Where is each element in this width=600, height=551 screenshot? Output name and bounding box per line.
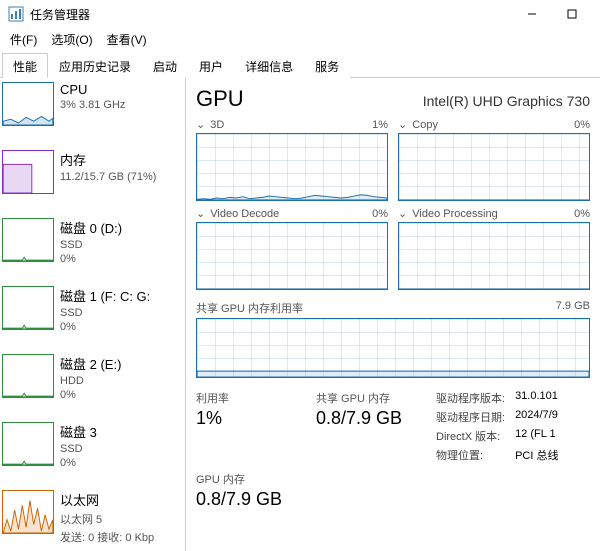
gpu-mem-label: GPU 内存 <box>196 471 286 487</box>
shared-mem-label: 共享 GPU 内存利用率 <box>196 300 303 316</box>
tab-details[interactable]: 详细信息 <box>234 53 304 78</box>
chart-pct: 0% <box>574 208 590 220</box>
sidebar-item[interactable]: 磁盘 1 (F: C: G: SSD 0% <box>0 282 185 350</box>
sidebar-item-sub: 以太网 5 <box>60 511 154 527</box>
chart-name-dropdown[interactable]: ⌄ Video Decode <box>196 207 279 220</box>
driver-ver-label: 驱动程序版本: <box>436 390 505 406</box>
sidebar-item-sub: 3% 3.81 GHz <box>60 99 125 111</box>
sidebar-item-title: 内存 <box>60 150 156 169</box>
sidebar-item-sub: SSD <box>60 307 150 319</box>
shared-gpu-mem-value: 0.8/7.9 GB <box>316 408 406 429</box>
location-value: PCI 总线 <box>515 447 558 463</box>
tab-performance[interactable]: 性能 <box>2 53 48 78</box>
tab-app-history[interactable]: 应用历史记录 <box>48 53 142 78</box>
menubar: 件(F) 选项(O) 查看(V) <box>0 28 600 52</box>
sidebar-item-sub: SSD <box>60 239 122 251</box>
sidebar-item-title: 磁盘 1 (F: C: G: <box>60 286 150 305</box>
shared-mem-max: 7.9 GB <box>556 300 590 316</box>
sidebar-item-sub2: 发送: 0 接收: 0 Kbp <box>60 529 154 545</box>
chevron-down-icon: ⌄ <box>196 119 205 131</box>
minimize-button[interactable] <box>512 4 552 24</box>
driver-ver: 31.0.101 <box>515 390 558 406</box>
sidebar-item-title: CPU <box>60 82 125 97</box>
directx-ver: 12 (FL 1 <box>515 428 558 444</box>
sidebar[interactable]: CPU 3% 3.81 GHz 内存 11.2/15.7 GB (71%) 磁盘 0 (… <box>0 78 186 551</box>
sidebar-item-title: 以太网 <box>60 490 154 509</box>
app-icon <box>8 6 24 22</box>
chart-name-dropdown[interactable]: ⌄ Copy <box>398 118 438 131</box>
gpu-chart-block: ⌄ Copy 0% <box>398 118 590 201</box>
sidebar-item-sub2: 0% <box>60 457 97 469</box>
chart-name: Video Decode <box>207 208 279 220</box>
util-value: 1% <box>196 408 286 429</box>
driver-date: 2024/7/9 <box>515 409 558 425</box>
sidebar-item-sub2: 0% <box>60 253 122 265</box>
detail-panel: GPU Intel(R) UHD Graphics 730 ⌄ 3D 1% ⌄ Co… <box>186 78 600 551</box>
chart-name-dropdown[interactable]: ⌄ 3D <box>196 118 224 131</box>
sidebar-item[interactable]: 磁盘 3 SSD 0% <box>0 418 185 486</box>
gpu-chart-block: ⌄ Video Processing 0% <box>398 207 590 290</box>
gpu-chart <box>398 222 590 290</box>
util-label: 利用率 <box>196 390 286 406</box>
sidebar-thumb <box>2 490 54 534</box>
driver-date-label: 驱动程序日期: <box>436 409 505 425</box>
sidebar-item[interactable]: 内存 11.2/15.7 GB (71%) <box>0 146 185 214</box>
sidebar-thumb <box>2 286 54 330</box>
maximize-button[interactable] <box>552 4 592 24</box>
sidebar-item-title: 磁盘 0 (D:) <box>60 218 122 237</box>
chevron-down-icon: ⌄ <box>398 119 407 131</box>
tab-bar: 性能 应用历史记录 启动 用户 详细信息 服务 <box>0 52 600 78</box>
chart-name: 3D <box>207 119 224 131</box>
location-label: 物理位置: <box>436 447 505 463</box>
gpu-chart-block: ⌄ Video Decode 0% <box>196 207 388 290</box>
sidebar-thumb <box>2 150 54 194</box>
chart-pct: 0% <box>574 119 590 131</box>
sidebar-thumb <box>2 82 54 126</box>
chevron-down-icon: ⌄ <box>398 208 407 220</box>
sidebar-thumb <box>2 218 54 262</box>
gpu-chart <box>398 133 590 201</box>
sidebar-item-sub2: 0% <box>60 321 150 333</box>
detail-title: GPU <box>196 86 244 112</box>
detail-subtitle: Intel(R) UHD Graphics 730 <box>423 93 590 109</box>
gpu-chart <box>196 222 388 290</box>
sidebar-item-sub: HDD <box>60 375 121 387</box>
tab-services[interactable]: 服务 <box>304 53 350 78</box>
sidebar-item-title: 磁盘 2 (E:) <box>60 354 121 373</box>
sidebar-item-sub: 11.2/15.7 GB (71%) <box>60 171 156 183</box>
window-title: 任务管理器 <box>30 6 90 23</box>
menu-file[interactable]: 件(F) <box>4 29 43 50</box>
chart-pct: 0% <box>372 208 388 220</box>
gpu-chart-block: ⌄ 3D 1% <box>196 118 388 201</box>
chart-name-dropdown[interactable]: ⌄ Video Processing <box>398 207 498 220</box>
chevron-down-icon: ⌄ <box>196 208 205 220</box>
tab-startup[interactable]: 启动 <box>142 53 188 78</box>
chart-pct: 1% <box>372 119 388 131</box>
chart-name: Video Processing <box>409 208 497 220</box>
sidebar-item-sub: SSD <box>60 443 97 455</box>
sidebar-item[interactable]: CPU 3% 3.81 GHz <box>0 78 185 146</box>
sidebar-item[interactable]: 以太网以太网 5 发送: 0 接收: 0 Kbp <box>0 486 185 551</box>
gpu-mem-value: 0.8/7.9 GB <box>196 489 286 510</box>
gpu-chart <box>196 133 388 201</box>
chart-name: Copy <box>409 119 438 131</box>
menu-view[interactable]: 查看(V) <box>101 29 153 50</box>
shared-gpu-mem-label: 共享 GPU 内存 <box>316 390 406 406</box>
sidebar-item-title: 磁盘 3 <box>60 422 97 441</box>
shared-mem-chart <box>196 318 590 378</box>
directx-label: DirectX 版本: <box>436 428 505 444</box>
tab-users[interactable]: 用户 <box>188 53 234 78</box>
sidebar-item-sub2: 0% <box>60 389 121 401</box>
menu-options[interactable]: 选项(O) <box>45 29 98 50</box>
sidebar-thumb <box>2 422 54 466</box>
sidebar-item[interactable]: 磁盘 2 (E:) HDD 0% <box>0 350 185 418</box>
titlebar: 任务管理器 <box>0 0 600 28</box>
sidebar-thumb <box>2 354 54 398</box>
sidebar-item[interactable]: 磁盘 0 (D:) SSD 0% <box>0 214 185 282</box>
